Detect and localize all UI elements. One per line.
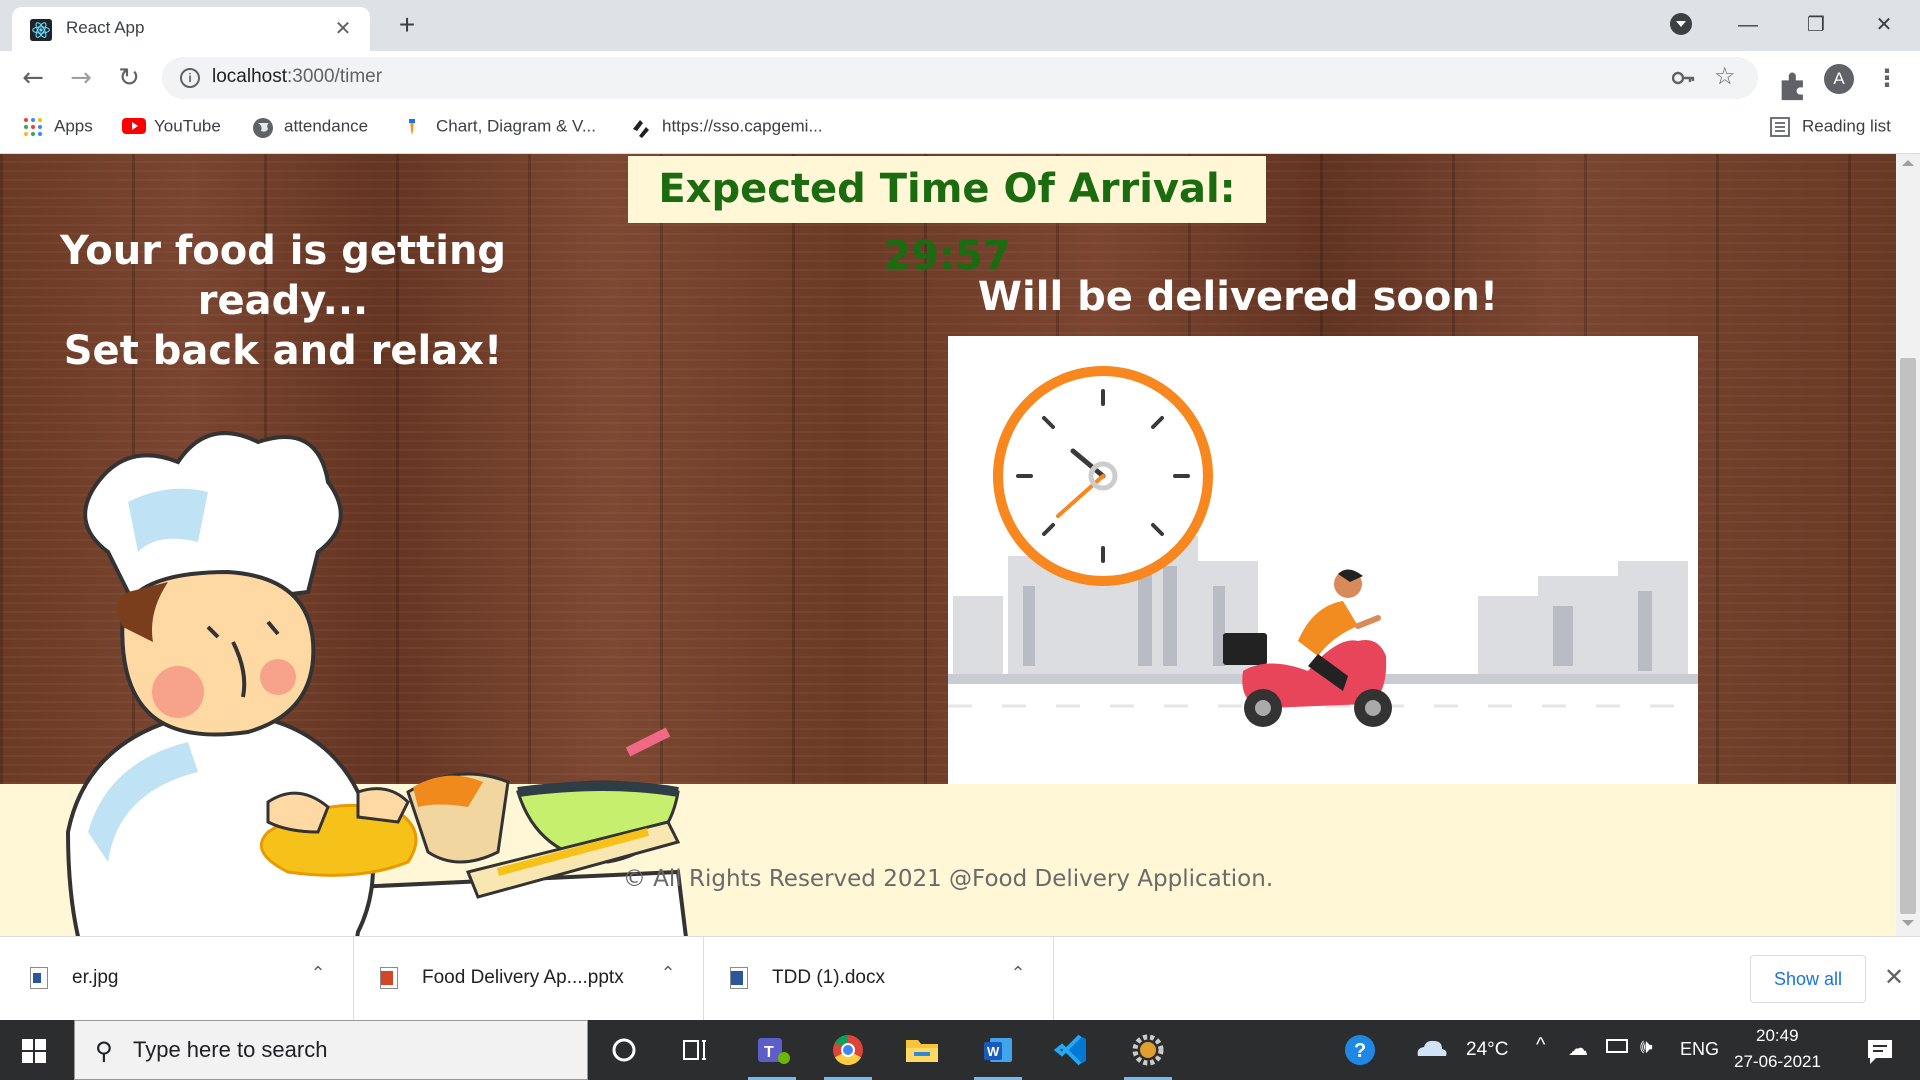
sso-logo-icon [630,117,652,138]
delivery-heading: Will be delivered soon! [977,274,1499,320]
eta-timer: Expected Time Of Arrival: 29:57 [628,156,1266,279]
reading-list-icon [1770,116,1792,137]
scroll-up-arrow-icon[interactable] [1902,160,1914,166]
task-view-icon[interactable] [664,1026,724,1074]
chevron-up-icon[interactable]: ^ [1536,1034,1545,1057]
chevron-up-icon[interactable]: ⌃ [656,963,680,984]
globe-icon [252,117,274,138]
new-tab-button[interactable]: + [392,10,422,40]
tab-strip: React App ✕ + — ❐ ✕ [0,0,1920,51]
file-explorer-icon[interactable] [892,1026,952,1074]
weather-cloud-icon[interactable] [1406,1026,1456,1074]
show-all-button[interactable]: Show all [1750,955,1866,1003]
download-shelf: er.jpg ⌃ Food Delivery Ap....pptx ⌃ TDD … [0,936,1920,1021]
chevron-up-icon[interactable]: ⌃ [1006,963,1030,984]
temperature-text[interactable]: 24°C [1466,1039,1508,1061]
cortana-icon[interactable] [594,1026,654,1074]
scroll-down-arrow-icon[interactable] [1902,920,1914,926]
word-icon[interactable]: W [968,1026,1028,1080]
download-item-pptx[interactable]: Food Delivery Ap....pptx ⌃ [354,937,704,1021]
clock-date[interactable]: 27-06-2021 [1734,1052,1821,1072]
reading-list-button[interactable]: Reading list [1770,116,1891,142]
bookmark-attendance[interactable]: attendance [252,116,368,142]
battery-icon[interactable] [1606,1039,1628,1053]
pen-icon [404,117,426,137]
clock-time[interactable]: 20:49 [1756,1026,1799,1046]
bookmark-star-icon[interactable]: ☆ [1714,62,1736,90]
browser-toolbar: ← → ↻ i localhost:3000/timer ☆ A ⋮ [0,51,1920,104]
food-status-line-1: Your food is getting ready... [59,228,507,324]
notifications-icon[interactable] [1852,1026,1908,1074]
language-indicator[interactable]: ENG [1680,1039,1719,1060]
download-item-docx[interactable]: TDD (1).docx ⌃ [704,937,1054,1021]
bookmark-chart-diagram[interactable]: Chart, Diagram & V... [404,116,596,142]
teams-icon[interactable]: T [742,1026,802,1080]
address-bar[interactable]: i localhost:3000/timer ☆ [162,57,1758,99]
bookmark-sso[interactable]: https://sso.capgemi... [630,116,823,142]
word-file-icon [730,967,748,989]
tab-title: React App [66,18,145,37]
food-status-line-2: Set back and relax! [63,328,503,374]
restore-button[interactable]: ❐ [1796,8,1836,42]
help-icon[interactable]: ? [1330,1026,1390,1074]
scrollbar-thumb[interactable] [1900,358,1916,914]
windows-taskbar: ⚲ Type here to search T W ? 24°C ^ ☁ 🕪 E… [0,1020,1920,1080]
minimize-button[interactable]: — [1728,8,1768,42]
search-icon: ⚲ [95,1037,113,1065]
url-text[interactable]: localhost:3000/timer [212,66,382,88]
chrome-icon[interactable] [818,1026,878,1080]
react-logo-icon [30,19,52,41]
powerpoint-file-icon [380,967,398,989]
back-button[interactable]: ← [16,61,50,95]
windows-start-icon[interactable] [22,1039,46,1063]
bookmark-apps[interactable]: Apps [22,116,93,142]
chevron-up-icon[interactable]: ⌃ [306,963,330,984]
vscode-icon[interactable] [1042,1026,1102,1074]
svg-text:W: W [987,1044,1000,1059]
youtube-icon [122,117,146,137]
bookmark-youtube[interactable]: YouTube [122,116,221,142]
volume-icon[interactable]: 🕪 [1640,1036,1653,1059]
delivery-scooter-illustration [948,336,1698,784]
svg-text:T: T [764,1044,774,1061]
close-window-button[interactable]: ✕ [1864,8,1904,42]
food-status-heading: Your food is getting ready... Set back a… [0,226,566,376]
extensions-puzzle-icon[interactable] [1776,69,1810,103]
image-file-icon [30,967,48,989]
download-item-er-jpg[interactable]: er.jpg ⌃ [0,937,354,1021]
site-info-icon[interactable]: i [180,68,200,88]
reload-button[interactable]: ↻ [112,61,146,95]
page-content: Expected Time Of Arrival: 29:57 Your foo… [0,154,1896,936]
onedrive-cloud-icon[interactable]: ☁ [1568,1036,1588,1061]
browser-tab[interactable]: React App ✕ [12,7,370,51]
settings-gear-app-icon[interactable] [1118,1026,1178,1080]
chef-cooking-illustration [65,431,688,936]
taskbar-search-box[interactable]: ⚲ Type here to search [74,1020,588,1080]
menu-kebab-icon[interactable]: ⋮ [1870,61,1904,95]
bookmarks-bar: Apps YouTube attendance Chart, Diagram &… [0,104,1920,154]
apps-grid-icon [22,117,44,137]
forward-button[interactable]: → [64,61,98,95]
close-tab-icon[interactable]: ✕ [330,15,356,41]
vertical-scrollbar[interactable] [1896,154,1920,936]
profile-avatar[interactable]: A [1824,64,1854,94]
copyright-footer: © All Rights Reserved 2021 @Food Deliver… [622,866,1274,892]
password-key-icon[interactable] [1672,69,1696,87]
close-shelf-icon[interactable]: ✕ [1880,963,1908,991]
tab-search-button[interactable] [1670,13,1692,35]
svg-text:?: ? [1354,1040,1366,1062]
